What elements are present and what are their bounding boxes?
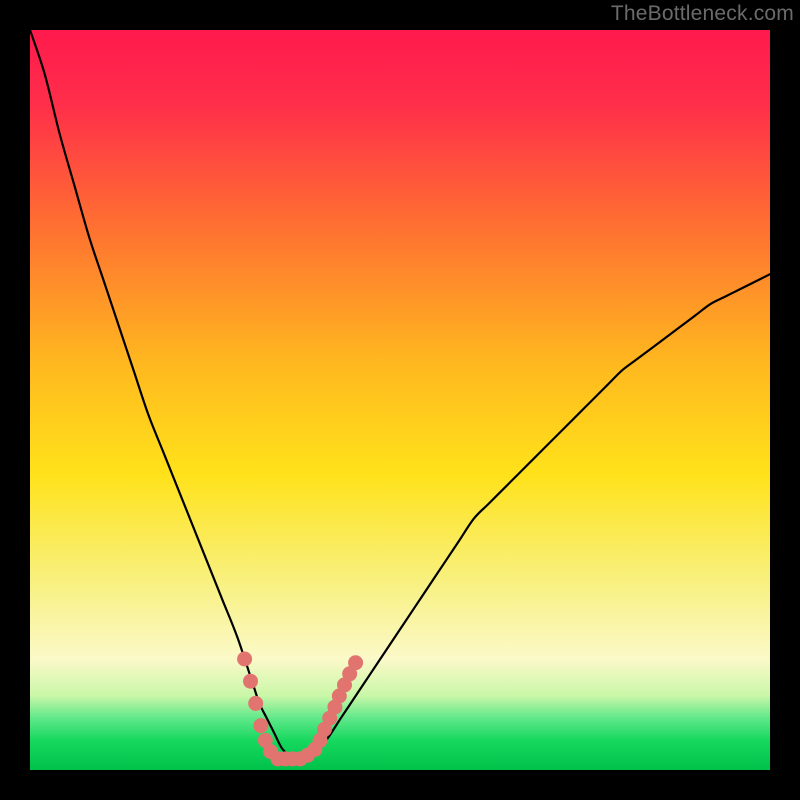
highlight-marker xyxy=(253,718,268,733)
watermark-label: TheBottleneck.com xyxy=(611,2,794,26)
highlight-marker xyxy=(248,696,263,711)
highlight-marker xyxy=(237,652,252,667)
gradient-background xyxy=(30,30,770,770)
bottleneck-chart xyxy=(30,30,770,770)
highlight-marker xyxy=(243,674,258,689)
highlight-marker xyxy=(348,655,363,670)
chart-frame: TheBottleneck.com xyxy=(0,0,800,800)
